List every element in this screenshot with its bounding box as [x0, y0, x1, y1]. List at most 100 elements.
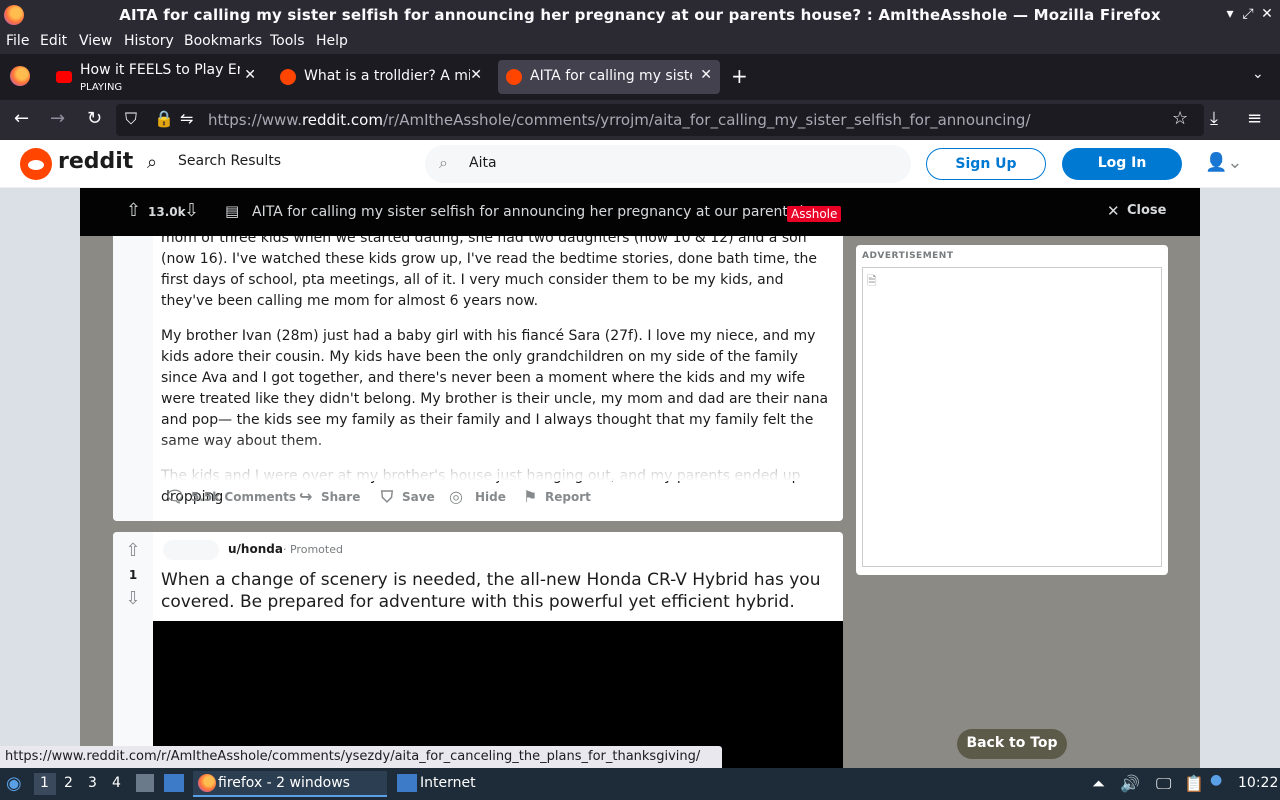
workspace-3[interactable]: 3: [88, 775, 97, 791]
reddit-icon: [506, 69, 522, 85]
advertisement-frame[interactable]: 🗎: [862, 267, 1162, 567]
menu-tools[interactable]: Tools: [270, 33, 305, 49]
comments-icon[interactable]: 🗨: [165, 487, 185, 506]
clipboard-icon[interactable]: 📋: [1184, 774, 1204, 793]
workspace-2[interactable]: 2: [64, 775, 73, 791]
upvote-icon[interactable]: ⇧: [113, 540, 153, 561]
advertisement-card: ADVERTISEMENT 🗎: [856, 245, 1168, 575]
back-icon[interactable]: ←: [14, 108, 29, 129]
menu-bookmarks[interactable]: Bookmarks: [184, 33, 262, 49]
post-type-icon: ▤: [225, 202, 240, 220]
menu-edit[interactable]: Edit: [40, 33, 67, 49]
menu-help[interactable]: Help: [316, 33, 348, 49]
save-icon[interactable]: ⛉: [381, 487, 393, 507]
hide-button[interactable]: Hide: [475, 490, 506, 504]
desktop-icon[interactable]: [164, 774, 184, 792]
window-titlebar: AITA for calling my sister selfish for a…: [0, 0, 1280, 30]
workspace-1[interactable]: 1: [40, 775, 49, 791]
minimize-icon[interactable]: ▾: [1221, 5, 1239, 23]
left-sidebar-dimmed: [0, 188, 80, 768]
close-tab-icon[interactable]: ✕: [470, 67, 482, 83]
menu-history[interactable]: History: [124, 33, 174, 49]
downvote-icon[interactable]: ⇩: [184, 200, 199, 221]
lock-icon[interactable]: 🔒: [154, 109, 174, 128]
reddit-icon: [280, 69, 296, 85]
close-tab-icon[interactable]: ✕: [244, 67, 256, 83]
volume-icon[interactable]: 🔊: [1120, 774, 1140, 793]
post-flair: Asshole: [787, 206, 842, 222]
post-score: 13.0k: [148, 205, 186, 219]
network-icon[interactable]: 🖵: [1156, 774, 1171, 794]
search-results-label[interactable]: Search Results: [178, 153, 281, 169]
shield-icon[interactable]: ⛉: [125, 109, 137, 129]
downvote-icon[interactable]: ⇩: [113, 588, 153, 609]
window-title: AITA for calling my sister selfish for a…: [119, 6, 1161, 24]
tray-up-icon[interactable]: ⏶: [1092, 774, 1105, 794]
list-tabs-icon[interactable]: ⌄: [1252, 66, 1264, 82]
start-menu-icon[interactable]: ◉: [6, 773, 22, 794]
new-tab-icon[interactable]: +: [731, 64, 748, 88]
navigation-bar: ← → ↻ ⛉ 🔒 ⇋ https://www.reddit.com/r/AmI…: [0, 100, 1280, 140]
log-in-button[interactable]: Log In: [1062, 148, 1182, 180]
upvote-icon[interactable]: ⇧: [126, 200, 141, 221]
close-post-button[interactable]: Close: [1127, 203, 1166, 218]
tab-aita-active[interactable]: AITA for calling my sister ✕: [498, 60, 720, 94]
reddit-logo-icon[interactable]: [20, 148, 52, 180]
vote-count: 1: [128, 568, 138, 582]
advertiser-avatar: [163, 540, 219, 560]
firefox-view-icon[interactable]: [10, 66, 30, 86]
post-header-bar: ⇧ 13.0k ⇩ ▤ AITA for calling my sister s…: [80, 188, 1200, 236]
share-button[interactable]: Share: [321, 490, 360, 504]
vote-column: [113, 236, 153, 521]
share-icon[interactable]: ↪: [299, 487, 312, 506]
close-tab-icon[interactable]: ✕: [700, 67, 712, 83]
clock: 10:22: [1238, 775, 1279, 791]
tab-playing-label: PLAYING: [80, 82, 123, 93]
menu-file[interactable]: File: [6, 33, 29, 49]
bookmark-star-icon[interactable]: ☆: [1172, 108, 1188, 129]
promoted-title[interactable]: When a change of scenery is needed, the …: [161, 569, 821, 613]
url-text: https://www.reddit.com/r/AmItheAsshole/c…: [208, 111, 1031, 129]
tab-youtube[interactable]: How it FEELS to Play Eng PLAYING ✕: [48, 60, 264, 94]
downloads-icon[interactable]: ⤓: [1210, 108, 1218, 129]
post-paragraph: My brother Ivan (28m) just had a baby gi…: [161, 328, 829, 449]
close-window-icon[interactable]: ✕: [1258, 5, 1276, 23]
reddit-wordmark[interactable]: reddit: [58, 149, 133, 174]
text-fade: [153, 436, 843, 481]
internet-icon: [397, 774, 417, 792]
search-input[interactable]: ⌕ Aita: [425, 145, 911, 183]
file-manager-icon[interactable]: [136, 774, 154, 792]
updates-icon[interactable]: ●: [1210, 772, 1222, 788]
reload-icon[interactable]: ↻: [87, 108, 102, 129]
address-bar[interactable]: ⛉ 🔒 ⇋ https://www.reddit.com/r/AmItheAss…: [116, 104, 1204, 136]
report-icon[interactable]: ⚑: [523, 487, 537, 506]
report-button[interactable]: Report: [545, 490, 591, 504]
taskbar-firefox-label[interactable]: firefox - 2 windows: [218, 775, 350, 791]
tab-trolldier[interactable]: What is a trolldier? A mis ✕: [272, 60, 490, 94]
advertisement-label: ADVERTISEMENT: [862, 251, 954, 261]
menu-view[interactable]: View: [79, 33, 112, 49]
user-menu-icon[interactable]: 👤⌄: [1205, 152, 1243, 173]
post-card: mom of three kids when we started dating…: [113, 236, 843, 521]
comments-button[interactable]: 5.5k Comments: [191, 490, 296, 504]
search-icon: ⌕: [439, 153, 448, 172]
hide-icon[interactable]: ◎: [449, 487, 463, 506]
forward-icon[interactable]: →: [50, 108, 65, 129]
status-url: https://www.reddit.com/r/AmItheAsshole/c…: [0, 746, 722, 768]
close-icon[interactable]: ✕: [1107, 202, 1120, 220]
permissions-icon[interactable]: ⇋: [180, 109, 193, 128]
search-results-icon: ⌕: [147, 152, 158, 173]
maximize-icon[interactable]: ⤢: [1239, 5, 1257, 23]
promoted-label: · Promoted: [283, 543, 343, 556]
tab-label: AITA for calling my sister: [530, 68, 692, 84]
back-to-top-button[interactable]: Back to Top: [957, 729, 1067, 759]
save-button[interactable]: Save: [402, 490, 435, 504]
taskbar: ◉ 1 2 3 4 firefox - 2 windows Internet ⏶…: [0, 768, 1280, 800]
sign-up-button[interactable]: Sign Up: [926, 148, 1046, 180]
tab-bar: How it FEELS to Play Eng PLAYING ✕ What …: [0, 54, 1280, 100]
workspace-4[interactable]: 4: [112, 775, 121, 791]
taskbar-internet-label[interactable]: Internet: [420, 775, 476, 791]
menu-bar: File Edit View History Bookmarks Tools H…: [0, 30, 1280, 54]
app-menu-icon[interactable]: ≡: [1247, 108, 1262, 129]
promoted-user[interactable]: u/honda: [228, 542, 283, 556]
